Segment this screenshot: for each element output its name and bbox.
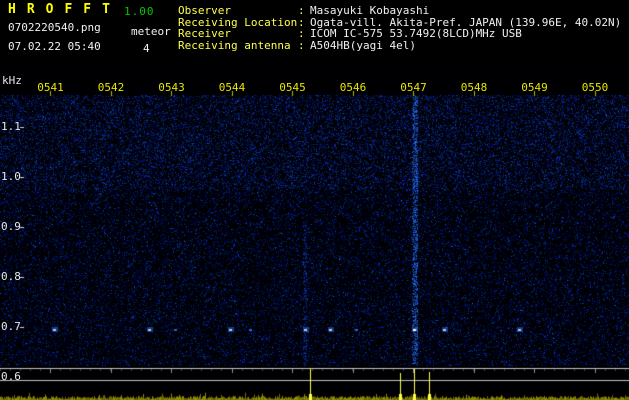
time-tick-label: 0550 <box>581 81 609 94</box>
freq-tick-label: 0.8 <box>1 270 21 283</box>
spectrogram-canvas <box>0 70 629 400</box>
info-row-observer: Observer : Masayuki Kobayashi <box>178 5 621 17</box>
app-title: HROFFT <box>8 2 121 17</box>
spectrogram-plot: kHz 1.1 1.0 0.9 0.8 0.7 0.6 0541 0542 05… <box>0 70 629 400</box>
output-filename: 0702220540.png <box>8 21 101 34</box>
app-version: 1.00 <box>124 5 155 18</box>
time-tick-label: 0545 <box>279 81 306 94</box>
info-label: Observer <box>178 4 231 17</box>
time-tick-label: 0549 <box>521 81 548 94</box>
info-colon: : <box>298 27 305 40</box>
station-info: Observer : Masayuki Kobayashi Receiving … <box>178 5 621 51</box>
hrofft-window: HROFFT 1.00 0702220540.png meteor 07.02.… <box>0 0 629 400</box>
info-label: Receiver <box>178 27 231 40</box>
meteor-count: 4 <box>143 42 150 55</box>
info-row-receiver: Receiver : ICOM IC-575 53.7492(8LCD)MHz … <box>178 28 621 40</box>
info-value: A504HB(yagi 4el) <box>310 38 416 52</box>
time-tick-label: 0548 <box>460 81 488 94</box>
freq-tick-label: 0.7 <box>1 320 21 333</box>
freq-tick-label: 0.6 <box>1 370 21 383</box>
capture-datetime: 07.02.22 05:40 <box>8 40 101 53</box>
freq-tick-label: 1.1 <box>1 120 21 133</box>
time-tick-label: 0543 <box>158 81 185 94</box>
info-colon: : <box>298 4 305 17</box>
info-label: Receiving antenna <box>178 38 291 52</box>
time-tick-label: 0544 <box>218 81 246 94</box>
freq-unit-label: kHz <box>2 74 22 87</box>
info-value: ICOM IC-575 53.7492(8LCD)MHz USB <box>310 27 522 40</box>
time-tick-label: 0546 <box>339 81 367 94</box>
freq-tick-label: 1.0 <box>1 170 21 183</box>
time-tick-label: 0541 <box>37 81 64 94</box>
freq-tick-label: 0.9 <box>1 220 21 233</box>
info-value: Masayuki Kobayashi <box>310 4 430 17</box>
mode-label: meteor <box>131 25 171 38</box>
time-tick-label: 0547 <box>400 81 427 94</box>
time-tick-label: 0542 <box>97 81 125 94</box>
info-row-antenna: Receiving antenna : A504HB(yagi 4el) <box>178 38 621 52</box>
info-colon: : <box>298 38 305 52</box>
